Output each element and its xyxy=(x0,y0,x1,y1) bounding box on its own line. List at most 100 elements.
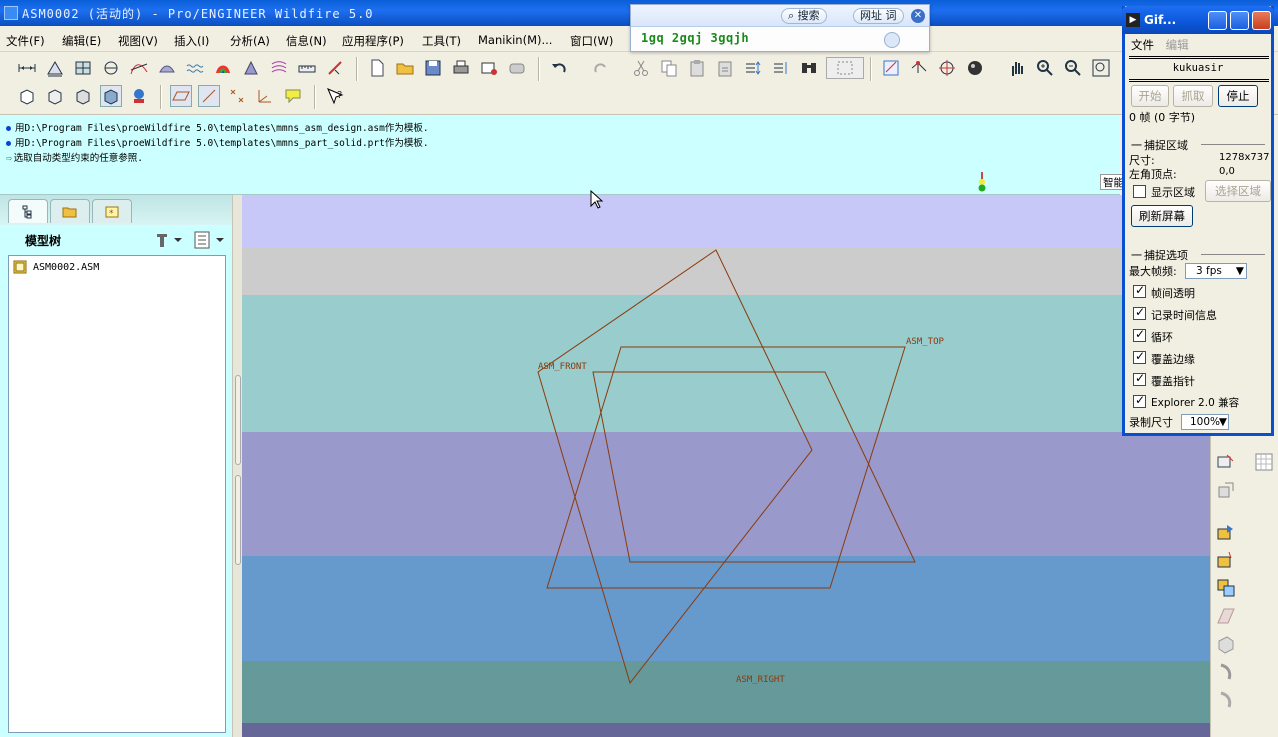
sections-icon[interactable] xyxy=(268,57,290,79)
print-icon[interactable] xyxy=(450,57,472,79)
regen-manager-icon[interactable] xyxy=(770,57,792,79)
extrude-icon[interactable] xyxy=(1215,633,1237,655)
opt-time-checkbox[interactable] xyxy=(1133,305,1146,320)
copy-icon[interactable] xyxy=(658,57,680,79)
diameter-icon[interactable] xyxy=(100,57,122,79)
save-icon[interactable] xyxy=(422,57,444,79)
ruler-icon[interactable] xyxy=(296,57,318,79)
gif-menu-file[interactable]: 文件 xyxy=(1131,38,1154,52)
datum-axis-display-icon[interactable] xyxy=(198,85,220,107)
opt-transparent-checkbox[interactable] xyxy=(1133,283,1146,298)
copy-icon[interactable] xyxy=(884,32,900,48)
menu-tools[interactable]: 工具(T) xyxy=(422,33,461,49)
select-region-button[interactable]: 选择区域 xyxy=(1205,180,1271,202)
menu-edit[interactable]: 编辑(E) xyxy=(62,33,101,49)
datum-axis-icon[interactable] xyxy=(908,57,930,79)
paste-special-icon[interactable] xyxy=(714,57,736,79)
start-button[interactable]: 开始 xyxy=(1131,85,1169,107)
tab-model-tree[interactable] xyxy=(8,199,48,223)
datum-plane-front[interactable] xyxy=(592,371,916,563)
wave-icon[interactable] xyxy=(184,57,206,79)
annotation-icon[interactable] xyxy=(324,57,346,79)
no-hidden-icon[interactable] xyxy=(72,85,94,107)
menu-insert[interactable]: 插入(I) xyxy=(174,33,209,49)
close-button[interactable] xyxy=(1252,11,1271,30)
context-help-icon[interactable]: ? xyxy=(324,85,346,107)
opt-loop-checkbox[interactable] xyxy=(1133,327,1146,342)
view-cube-icon[interactable] xyxy=(16,85,38,107)
email-icon[interactable] xyxy=(478,57,500,79)
menu-info[interactable]: 信息(N) xyxy=(286,33,327,49)
shading-mode-icon[interactable] xyxy=(100,85,122,107)
color-map-icon[interactable] xyxy=(212,57,234,79)
sweep-icon[interactable] xyxy=(1215,689,1237,711)
zoom-out-icon[interactable] xyxy=(1062,57,1084,79)
close-icon[interactable]: ✕ xyxy=(911,9,925,23)
menu-applications[interactable]: 应用程序(P) xyxy=(342,33,404,49)
tree-settings-icon[interactable] xyxy=(154,230,184,250)
maximize-button[interactable] xyxy=(1230,11,1249,30)
gif-menu-edit[interactable]: 编辑 xyxy=(1166,38,1189,52)
menu-file[interactable]: 文件(F) xyxy=(6,33,45,49)
search-button[interactable]: ⌕ 搜索 xyxy=(781,8,827,24)
grid-icon[interactable] xyxy=(1253,451,1275,473)
length-icon[interactable] xyxy=(44,57,66,79)
distance-icon[interactable] xyxy=(16,57,38,79)
spin-center-icon[interactable] xyxy=(936,57,958,79)
splitter-grip[interactable] xyxy=(235,475,241,565)
record-size-select[interactable]: 100% ▼ xyxy=(1181,414,1229,430)
splitter-grip[interactable] xyxy=(235,375,241,465)
tab-folder-browser[interactable] xyxy=(50,199,90,223)
opt-pointer-checkbox[interactable] xyxy=(1133,371,1146,386)
menu-view[interactable]: 视图(V) xyxy=(118,33,158,49)
layout-icon[interactable] xyxy=(1215,577,1237,599)
revolve-icon[interactable] xyxy=(1215,661,1237,683)
saved-view-icon[interactable] xyxy=(128,85,150,107)
zoom-in-icon[interactable] xyxy=(1034,57,1056,79)
csys-display-icon[interactable] xyxy=(254,85,276,107)
annotation-display-icon[interactable] xyxy=(282,85,304,107)
search-query-text[interactable]: 1gq 2gqj 3gqjh xyxy=(641,31,749,45)
tree-filter-icon[interactable] xyxy=(192,230,226,250)
cut-icon[interactable] xyxy=(630,57,652,79)
stop-button[interactable]: 停止 xyxy=(1218,85,1258,107)
refresh-screen-button[interactable]: 刷新屏幕 xyxy=(1131,205,1193,227)
datum-plane-top[interactable] xyxy=(546,346,906,589)
opt-border-checkbox[interactable] xyxy=(1133,349,1146,364)
find-icon[interactable] xyxy=(798,57,820,79)
max-fps-select[interactable]: 3 fps ▼ xyxy=(1185,263,1247,279)
menu-window[interactable]: 窗口(W) xyxy=(570,33,613,49)
package-icon[interactable] xyxy=(1215,549,1237,571)
component-place-icon[interactable] xyxy=(1215,451,1237,473)
opt-explorer-checkbox[interactable] xyxy=(1133,393,1146,408)
graphics-window[interactable]: ASM_FRONT ASM_TOP ASM_RIGHT xyxy=(242,195,1210,737)
hidden-line-icon[interactable] xyxy=(44,85,66,107)
tab-favorites[interactable]: * xyxy=(92,199,132,223)
datum-plane-display-icon[interactable] xyxy=(170,85,192,107)
regenerate-icon[interactable] xyxy=(742,57,764,79)
open-folder-icon[interactable] xyxy=(394,57,416,79)
create-component-icon[interactable] xyxy=(1215,479,1237,501)
area-icon[interactable] xyxy=(72,57,94,79)
show-region-checkbox[interactable] xyxy=(1133,185,1146,198)
selection-filter-dropdown[interactable] xyxy=(826,57,864,79)
panel-splitter[interactable] xyxy=(232,195,242,737)
refit-icon[interactable] xyxy=(1090,57,1112,79)
shading-icon[interactable] xyxy=(240,57,262,79)
datum-point-display-icon[interactable] xyxy=(226,85,248,107)
datum-plane-right[interactable] xyxy=(537,249,813,685)
redo-icon[interactable] xyxy=(590,57,612,79)
menu-manikin[interactable]: Manikin(M)... xyxy=(478,33,552,47)
link-icon[interactable] xyxy=(506,57,528,79)
assemble-icon[interactable] xyxy=(1215,521,1237,543)
minimize-button[interactable] xyxy=(1208,11,1227,30)
tree-item[interactable]: ASM0002.ASM xyxy=(13,260,99,274)
appearance-icon[interactable] xyxy=(964,57,986,79)
web-search-button[interactable]: 网址 词 xyxy=(853,8,904,24)
mirror-icon[interactable] xyxy=(1215,605,1237,627)
pan-hand-icon[interactable] xyxy=(1006,57,1028,79)
menu-analysis[interactable]: 分析(A) xyxy=(230,33,270,49)
undo-icon[interactable] xyxy=(548,57,570,79)
grab-button[interactable]: 抓取 xyxy=(1173,85,1213,107)
sketch-icon[interactable] xyxy=(880,57,902,79)
